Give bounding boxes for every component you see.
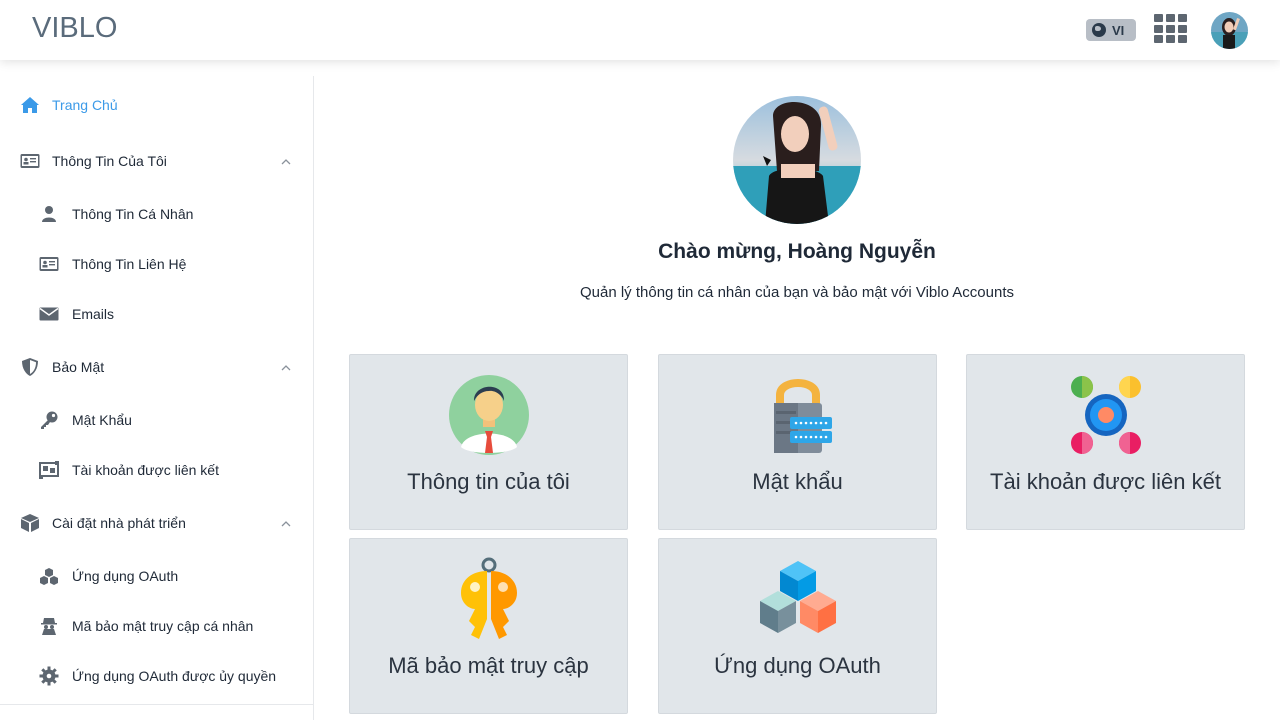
card-label: Mã bảo mật truy cập [388, 653, 589, 678]
sidebar-item-emails[interactable]: Emails [0, 294, 313, 334]
padlock-icon [756, 373, 840, 457]
card-access-tokens[interactable]: Mã bảo mật truy cập [349, 538, 628, 714]
sidebar-item-label: Mã bảo mật truy cập cá nhân [72, 618, 254, 634]
card-my-info[interactable]: Thông tin của tôi [349, 354, 628, 530]
key-icon [39, 410, 59, 430]
sidebar-item-password[interactable]: Mật Khẩu [0, 400, 313, 440]
keys-icon [447, 557, 531, 641]
sidebar-item-label: Bảo Mật [52, 359, 105, 375]
globe-icon [1092, 23, 1106, 37]
sidebar-group-security[interactable]: Bảo Mật [0, 347, 313, 387]
sidebar-group-my-info[interactable]: Thông Tin Của Tôi [0, 141, 313, 181]
sidebar-divider [0, 704, 313, 705]
sidebar-item-contact-info[interactable]: Thông Tin Liên Hệ [0, 244, 313, 284]
welcome-heading: Chào mừng, Hoàng Nguyễn [658, 240, 936, 263]
gear-icon [39, 666, 59, 686]
welcome-subtitle: Quản lý thông tin cá nhân của bạn và bảo… [579, 284, 1014, 301]
box-icon [20, 513, 40, 533]
profile-avatar[interactable] [733, 96, 861, 224]
sidebar-group-developer-settings[interactable]: Cài đặt nhà phát triển [0, 503, 313, 543]
sidebar-item-label: Thông Tin Cá Nhân [72, 206, 194, 222]
user-secret-icon [39, 616, 59, 636]
sidebar-item-label: Ứng dụng OAuth được ủy quyền [72, 668, 277, 684]
card-linked-accounts[interactable]: Tài khoản được liên kết [966, 354, 1245, 530]
sidebar-item-authorized-oauth-apps[interactable]: Ứng dụng OAuth được ủy quyền [0, 656, 313, 696]
blocks-icon [756, 557, 840, 641]
sidebar: Trang Chủ Thông Tin Của Tôi Thông Tin Cá… [0, 76, 314, 720]
sidebar-item-personal-info[interactable]: Thông Tin Cá Nhân [0, 194, 313, 234]
contact-card-icon [39, 254, 59, 274]
sidebar-item-label: Tài khoản được liên kết [72, 462, 219, 478]
card-password[interactable]: Mật khẩu [658, 354, 937, 530]
sidebar-item-label: Mật Khẩu [72, 412, 132, 428]
card-label: Ứng dụng OAuth [714, 653, 881, 678]
sidebar-item-label: Ứng dụng OAuth [72, 568, 179, 584]
cubes-icon [39, 566, 59, 586]
sidebar-item-home[interactable]: Trang Chủ [0, 85, 313, 125]
card-label: Thông tin của tôi [407, 469, 570, 494]
chevron-up-icon[interactable] [280, 517, 292, 529]
top-header: VIBLO VI [0, 0, 1280, 60]
language-switcher-button[interactable]: VI [1086, 19, 1136, 41]
person-avatar-icon [447, 373, 531, 457]
language-label: VI [1112, 22, 1125, 38]
viblo-logo[interactable]: VIBLO [32, 12, 117, 45]
linked-account-icon [39, 460, 59, 480]
card-oauth-apps[interactable]: Ứng dụng OAuth [658, 538, 937, 714]
home-icon [20, 95, 40, 115]
sidebar-item-label: Thông Tin Liên Hệ [72, 256, 187, 272]
user-avatar[interactable] [1211, 12, 1248, 49]
shield-icon [20, 357, 40, 377]
chevron-up-icon[interactable] [280, 155, 292, 167]
sidebar-item-label: Trang Chủ [52, 97, 118, 113]
card-label: Mật khẩu [752, 469, 843, 494]
apps-grid-icon[interactable] [1154, 14, 1188, 44]
chevron-up-icon[interactable] [280, 361, 292, 373]
sidebar-item-oauth-apps[interactable]: Ứng dụng OAuth [0, 556, 313, 596]
id-card-icon [20, 151, 40, 171]
card-label: Tài khoản được liên kết [990, 469, 1221, 494]
envelope-icon [39, 304, 59, 324]
sidebar-item-linked-accounts[interactable]: Tài khoản được liên kết [0, 450, 313, 490]
sidebar-item-label: Emails [72, 306, 115, 322]
user-icon [39, 204, 59, 224]
connected-nodes-icon [1064, 373, 1148, 457]
sidebar-item-label: Thông Tin Của Tôi [52, 153, 167, 169]
sidebar-item-label: Cài đặt nhà phát triển [52, 515, 186, 531]
sidebar-item-personal-access-tokens[interactable]: Mã bảo mật truy cập cá nhân [0, 606, 313, 646]
